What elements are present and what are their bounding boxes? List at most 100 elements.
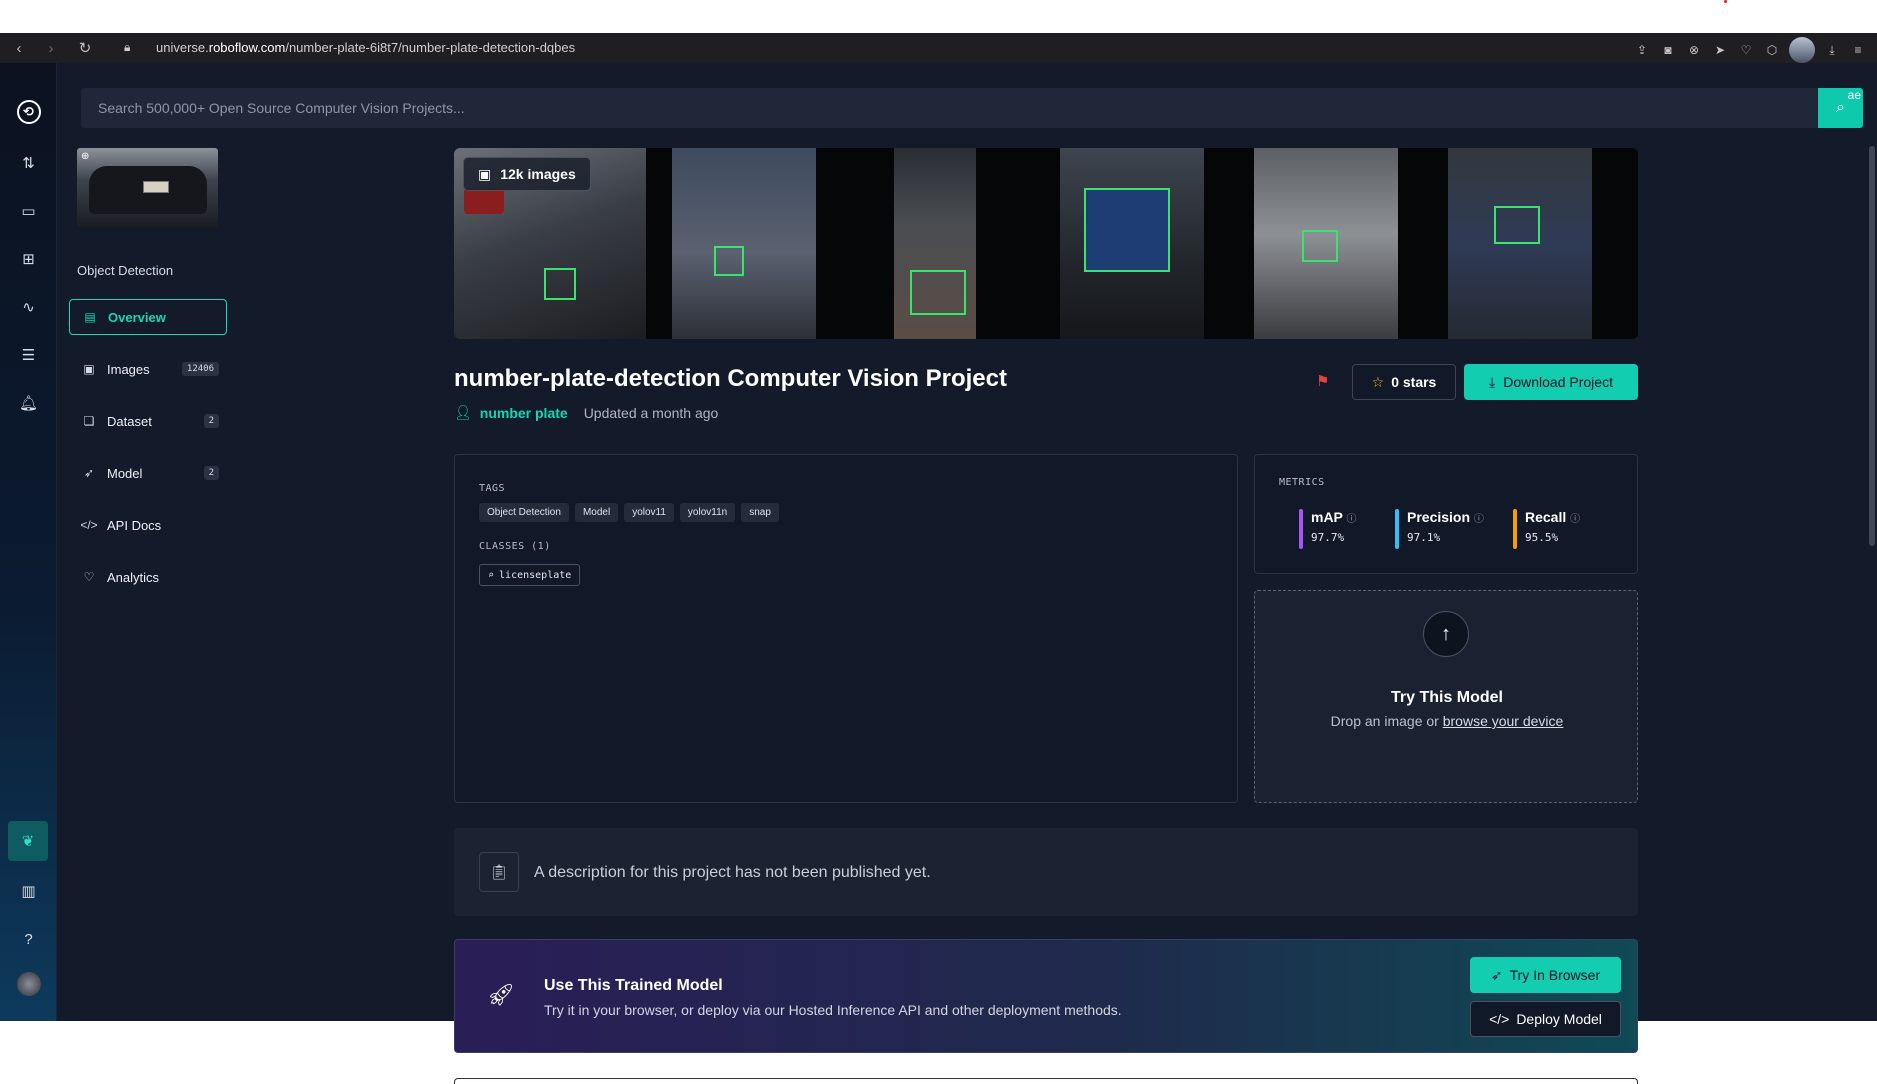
sidebar-item-model[interactable]: ➶ Model 2 xyxy=(69,455,227,491)
extension-badge: ae xyxy=(1847,88,1861,102)
download-project-button[interactable]: ⤓ Download Project xyxy=(1464,364,1638,400)
search-button[interactable]: ⌕ ae xyxy=(1818,88,1863,128)
metric-value: 95.5% xyxy=(1525,531,1559,544)
gallery-image-2[interactable] xyxy=(672,148,816,339)
image-gallery[interactable] xyxy=(454,148,1638,339)
next-section-edge xyxy=(454,1078,1638,1084)
deploy-model-button[interactable]: </> Deploy Model xyxy=(1470,1001,1621,1037)
stars-label: 0 stars xyxy=(1391,374,1437,390)
search-icon: ⌕ xyxy=(1836,99,1845,116)
owner-link[interactable]: number plate xyxy=(480,405,568,421)
image-icon: ▣ xyxy=(83,362,95,376)
reload-icon[interactable]: ↻ xyxy=(74,37,96,59)
inbox-icon[interactable]: ▭ xyxy=(0,196,57,226)
metrics-heading: METRICS xyxy=(1279,477,1325,488)
chart-icon[interactable]: ∿ xyxy=(0,292,57,322)
library-icon[interactable]: ▥ xyxy=(0,876,57,906)
sidebar-item-analytics[interactable]: ♡ Analytics xyxy=(69,559,227,595)
sidebar-item-images[interactable]: ▣ Images 12406 xyxy=(69,351,227,387)
download-label: Download Project xyxy=(1503,374,1613,390)
tag-chip[interactable]: yolov11n xyxy=(679,503,736,522)
help-icon[interactable]: ? xyxy=(0,924,57,954)
user-avatar[interactable] xyxy=(0,969,57,999)
code-icon: </> xyxy=(80,518,98,532)
menu-icon[interactable]: ≡ xyxy=(1849,41,1867,59)
gallery-image-3[interactable] xyxy=(894,148,976,339)
description-panel: 📋︎ A description for this project has no… xyxy=(454,828,1638,916)
block-icon[interactable]: ⊗ xyxy=(1685,41,1703,59)
rocket-icon: ➶ xyxy=(1490,966,1503,983)
info-icon[interactable]: ⓘ xyxy=(1347,514,1357,525)
download-icon: ⤓ xyxy=(1489,373,1496,390)
project-type: Object Detection xyxy=(77,263,174,278)
browser-toolbar: ‹ › ↻ 🔒︎ universe.roboflow.com/number-pl… xyxy=(0,33,1877,63)
tags-panel: TAGS Object Detection Model yolov11 yolo… xyxy=(454,454,1238,803)
sidebar-item-label: Analytics xyxy=(107,569,160,585)
workflow-icon[interactable]: ⊞ xyxy=(0,244,57,274)
sidebar-item-dataset[interactable]: ❏ Dataset 2 xyxy=(69,403,227,439)
image-icon: ▣ xyxy=(478,165,492,182)
try-model-dropzone[interactable]: ↑ Try This Model Drop an image or browse… xyxy=(1254,590,1638,803)
stars-button[interactable]: ☆ 0 stars xyxy=(1352,364,1456,400)
bell-icon[interactable]: 🔔︎ xyxy=(0,388,57,418)
scrollbar-thumb[interactable] xyxy=(1869,146,1875,546)
try-in-browser-label: Try In Browser xyxy=(1509,967,1601,983)
tags-heading: TAGS xyxy=(479,483,506,494)
class-chip[interactable]: ⌕ licenseplate xyxy=(479,564,581,586)
updated-text: Updated a month ago xyxy=(583,404,719,421)
metric-value: 97.7% xyxy=(1311,531,1345,544)
browse-device-link[interactable]: browse your device xyxy=(1443,713,1564,729)
url-domain: roboflow.com xyxy=(208,40,286,55)
upload-arrow-icon: ↑ xyxy=(1423,611,1469,657)
description-text: A description for this project has not b… xyxy=(534,864,931,881)
user-icon: 👤︎ xyxy=(454,404,472,420)
metric-name: Precision xyxy=(1407,509,1471,525)
sidebar-item-label: Images xyxy=(107,361,150,377)
try-model-title: Try This Model xyxy=(1390,689,1503,706)
flag-icon[interactable]: ⚑ xyxy=(1316,372,1329,390)
gallery-image-4[interactable] xyxy=(1060,148,1204,339)
forward-icon[interactable]: › xyxy=(40,37,62,59)
sidebar-item-overview[interactable]: ▤ Overview xyxy=(69,299,227,335)
camera-icon[interactable]: ◙ xyxy=(1659,41,1677,59)
model-count: 2 xyxy=(203,466,219,480)
metrics-panel: METRICS mAP ⓘ 97.7% Precision ⓘ 97.1% Re… xyxy=(1254,454,1638,574)
tag-list: Object Detection Model yolov11 yolov11n … xyxy=(479,503,779,522)
roboflow-logo-icon[interactable]: ⟲ xyxy=(0,97,57,127)
search-bar[interactable]: Search 500,000+ Open Source Computer Vis… xyxy=(81,88,1863,128)
gallery-image-5[interactable] xyxy=(1254,148,1398,339)
address-bar[interactable]: universe.roboflow.com/number-plate-6i8t7… xyxy=(156,40,575,55)
send-icon[interactable]: ➤ xyxy=(1711,41,1729,59)
leaf-icon[interactable]: ❦ xyxy=(8,821,48,861)
page-title: number-plate-detection Computer Vision P… xyxy=(454,365,1007,392)
profile-avatar[interactable] xyxy=(1789,37,1815,63)
try-in-browser-button[interactable]: ➶ Try In Browser xyxy=(1470,957,1621,993)
share-icon[interactable]: ⇪ xyxy=(1633,41,1651,59)
server-icon[interactable]: ☰ xyxy=(0,340,57,370)
back-icon[interactable]: ‹ xyxy=(8,37,30,59)
metric-bar xyxy=(1395,509,1399,549)
dataset-count: 2 xyxy=(203,414,219,428)
url-path: /number-plate-6i8t7/number-plate-detecti… xyxy=(285,40,576,55)
info-icon[interactable]: ⓘ xyxy=(1474,514,1484,525)
info-icon[interactable]: ⓘ xyxy=(1570,514,1580,525)
analytics-icon: ♡ xyxy=(83,570,95,584)
metric-value: 97.1% xyxy=(1407,531,1441,544)
tag-chip[interactable]: snap xyxy=(741,503,779,522)
lock-icon[interactable]: 🔒︎ xyxy=(124,40,130,55)
sort-icon[interactable]: ⇅ xyxy=(0,148,57,178)
heart-icon[interactable]: ♡ xyxy=(1737,41,1755,59)
tag-chip[interactable]: Object Detection xyxy=(479,503,569,522)
download-icon[interactable]: ⤓ xyxy=(1823,41,1841,59)
project-owner-row: 👤︎ number plate Updated a month ago xyxy=(454,404,718,421)
cube-icon[interactable]: ⬡ xyxy=(1763,41,1781,59)
deploy-model-label: Deploy Model xyxy=(1516,1011,1602,1027)
class-name: licenseplate xyxy=(499,569,572,581)
notification-dot xyxy=(1724,0,1727,3)
scrollbar[interactable] xyxy=(1867,138,1877,1018)
try-model-subtitle: Drop an image or browse your device xyxy=(1255,713,1639,729)
gallery-image-6[interactable] xyxy=(1448,148,1592,339)
tag-chip[interactable]: yolov11 xyxy=(624,503,674,522)
sidebar-item-api-docs[interactable]: </> API Docs xyxy=(69,507,227,543)
tag-chip[interactable]: Model xyxy=(574,503,619,522)
